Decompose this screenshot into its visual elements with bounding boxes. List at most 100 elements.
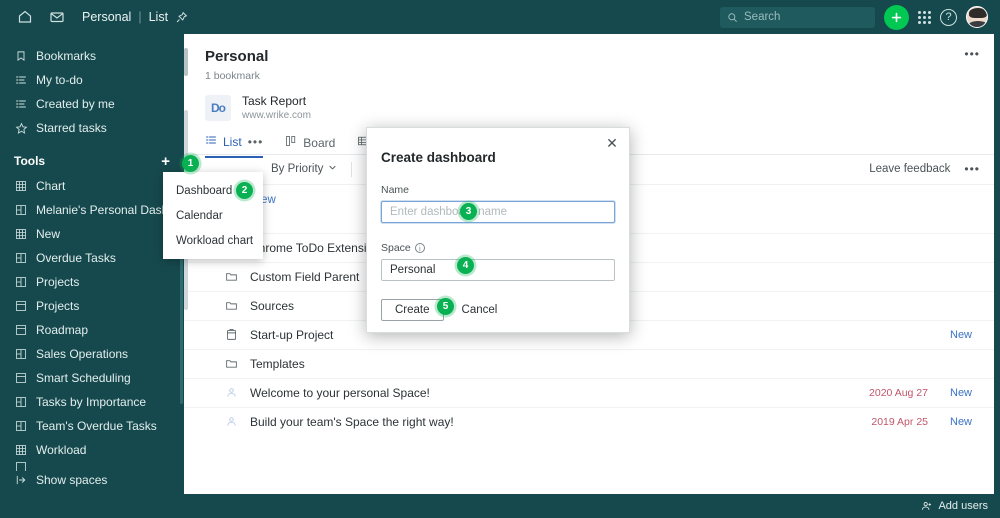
project-icon: [224, 328, 239, 341]
create-button[interactable]: [884, 4, 909, 30]
task-icon: [224, 415, 239, 428]
tab-more-icon[interactable]: •••: [248, 135, 264, 149]
sidebar-item-workload[interactable]: Workload: [0, 438, 184, 462]
breadcrumb-separator: |: [138, 10, 142, 24]
add-tool-plus-icon[interactable]: +: [161, 154, 170, 169]
table-row[interactable]: Welcome to your personal Space! 2020 Aug…: [184, 377, 994, 407]
chevron-down-icon: [328, 163, 337, 175]
breadcrumb-space[interactable]: Personal: [82, 10, 131, 24]
sidebar-item-created-by-me[interactable]: Created by me: [0, 92, 184, 116]
tab-label: List: [223, 134, 242, 149]
dropdown-item-workload-chart[interactable]: Workload chart: [163, 228, 263, 253]
page-more-options-icon[interactable]: •••: [964, 47, 980, 61]
leave-feedback-button[interactable]: Leave feedback: [869, 163, 950, 175]
bookmark-card[interactable]: Do Task Report www.wrike.com: [184, 82, 994, 123]
step-badge-2: 2: [236, 182, 253, 199]
dashboard-icon: [14, 347, 28, 361]
tab-board[interactable]: Board: [285, 127, 335, 158]
sort-by-priority-button[interactable]: By Priority: [271, 163, 337, 175]
name-field-label: Name: [367, 165, 629, 201]
search-input[interactable]: Search: [720, 6, 875, 28]
sidebar-item-starred-tasks[interactable]: Starred tasks: [0, 116, 184, 140]
list-icon: [205, 134, 217, 149]
top-bar-right-controls: Search ?: [720, 4, 988, 30]
space-value: Personal: [390, 264, 436, 276]
sidebar-item-label: Smart Scheduling: [36, 371, 131, 385]
show-spaces-button[interactable]: Show spaces: [0, 468, 184, 492]
step-badge-3: 3: [460, 203, 477, 220]
row-status[interactable]: New: [950, 387, 980, 399]
modal-title: Create dashboard: [381, 150, 496, 165]
sidebar-item-teams-overdue-tasks[interactable]: Team's Overdue Tasks: [0, 414, 184, 438]
info-icon[interactable]: i: [414, 243, 425, 253]
sidebar-item-tasks-by-importance[interactable]: Tasks by Importance: [0, 390, 184, 414]
user-avatar[interactable]: [966, 6, 988, 28]
calendar-icon: [14, 299, 28, 313]
toolbar-divider: [351, 161, 353, 177]
dashboard-name-input[interactable]: Enter dashboard name: [381, 201, 615, 223]
pin-icon[interactable]: [175, 11, 188, 24]
sidebar-item-projects-2[interactable]: Projects: [0, 294, 184, 318]
breadcrumb-view[interactable]: List: [149, 10, 168, 24]
sidebar-item-bookmarks[interactable]: Bookmarks: [0, 44, 184, 68]
toolbar-more-options-icon[interactable]: •••: [964, 162, 980, 176]
row-title: Welcome to your personal Space!: [250, 385, 430, 400]
question-mark-icon[interactable]: ?: [940, 8, 957, 26]
create-button[interactable]: Create: [381, 299, 444, 321]
right-edge-filler: [994, 34, 1000, 494]
sidebar-item-new[interactable]: New: [0, 222, 184, 246]
mail-icon[interactable]: [44, 4, 70, 30]
name-label-text: Name: [381, 184, 410, 196]
sidebar-item-smart-scheduling[interactable]: Smart Scheduling: [0, 366, 184, 390]
sidebar-item-sales-operations[interactable]: Sales Operations: [0, 342, 184, 366]
sidebar-item-label: New: [36, 227, 61, 241]
sidebar-item-label: Bookmarks: [36, 49, 97, 63]
add-users-icon[interactable]: [920, 500, 933, 513]
sidebar-item-overdue-tasks[interactable]: Overdue Tasks: [0, 246, 184, 270]
bottom-bar: Add users: [0, 494, 1000, 518]
row-title: Build your team's Space the right way!: [250, 414, 454, 429]
apps-grid-icon[interactable]: [918, 10, 931, 24]
sidebar-item-label: Created by me: [36, 97, 115, 111]
bookmark-count: 1 bookmark: [205, 70, 260, 82]
sidebar-item-label: Workload: [36, 443, 87, 457]
sidebar-item-label: Sales Operations: [36, 347, 129, 361]
add-users-label[interactable]: Add users: [938, 500, 988, 512]
row-date: 2019 Apr 25: [871, 415, 928, 428]
bookmark-title: Task Report: [242, 94, 307, 108]
dashboard-icon: [14, 275, 28, 289]
tab-list[interactable]: List •••: [205, 127, 264, 159]
home-icon[interactable]: [12, 4, 38, 30]
sidebar-item-my-to-do[interactable]: My to-do: [0, 68, 184, 92]
top-navigation-bar: Personal | List Search ?: [0, 0, 1000, 34]
close-icon[interactable]: ✕: [604, 135, 620, 151]
sidebar-item-roadmap[interactable]: Roadmap: [0, 318, 184, 342]
bookmark-url: www.wrike.com: [242, 110, 311, 122]
create-dashboard-modal: ✕ Create dashboard Name Enter dashboard …: [366, 127, 630, 333]
dashboard-icon: [14, 251, 28, 265]
sidebar-item-label: Projects: [36, 299, 80, 313]
sidebar-section-label: Tools: [14, 154, 46, 168]
sidebar-item-label: Roadmap: [36, 323, 89, 337]
sidebar-item-projects-1[interactable]: Projects: [0, 270, 184, 294]
space-select-input[interactable]: Personal: [381, 259, 615, 281]
row-status[interactable]: New: [950, 329, 980, 341]
row-status[interactable]: New: [950, 416, 980, 428]
table-row[interactable]: Build your team's Space the right way! 2…: [184, 406, 994, 436]
cancel-button[interactable]: Cancel: [462, 304, 498, 316]
sidebar-item-chart[interactable]: Chart: [0, 174, 184, 198]
chart-icon: [14, 443, 28, 457]
dropdown-item-calendar[interactable]: Calendar: [163, 203, 263, 228]
chart-icon: [14, 227, 28, 241]
dashboard-icon: [14, 203, 28, 217]
task-icon: [224, 386, 239, 399]
sidebar-section-tools: Tools +: [0, 148, 184, 174]
main-scrollbar-top[interactable]: [184, 48, 188, 76]
bookmark-site-icon: Do: [205, 94, 231, 121]
star-icon: [14, 121, 28, 135]
sidebar-item-melanies-personal-dashboard[interactable]: Melanie's Personal Dashboard: [0, 198, 199, 222]
table-row[interactable]: Templates: [184, 348, 994, 378]
folder-icon: [224, 357, 239, 370]
space-field-label: Space i: [367, 223, 629, 259]
modal-actions: Create Cancel: [367, 281, 629, 321]
